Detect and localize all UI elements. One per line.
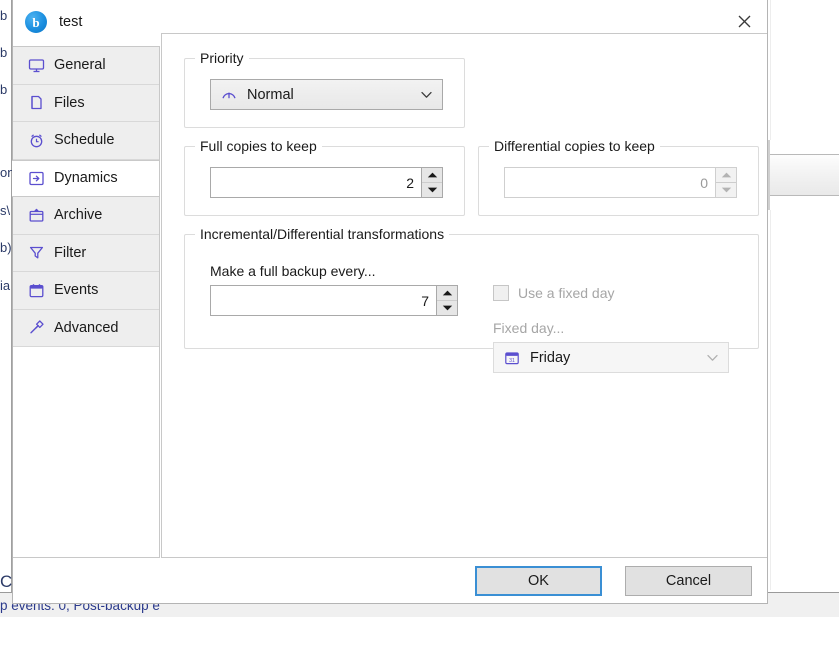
sidebar-item-schedule[interactable]: Schedule	[13, 122, 159, 160]
sidebar-item-events[interactable]: Events	[13, 272, 159, 310]
monitor-icon	[27, 56, 45, 74]
full-copies-group: Full copies to keep 2	[184, 138, 465, 216]
priority-group: Priority Normal	[184, 50, 465, 128]
ok-button[interactable]: OK	[475, 566, 602, 596]
full-copies-stepper[interactable]: 2	[210, 167, 443, 198]
background-right-band-edge	[768, 140, 770, 210]
full-backup-spin-buttons[interactable]	[436, 285, 458, 316]
dynamics-icon	[27, 169, 45, 187]
spinner-up-icon[interactable]	[422, 168, 442, 183]
sidebar-item-label: Dynamics	[54, 170, 118, 187]
background-text-fragment: b	[0, 8, 8, 23]
test-dialog: b test General Files Schedule Dynamics A…	[12, 0, 768, 604]
spinner-down-icon[interactable]	[716, 183, 736, 197]
background-text-fragment: ia	[0, 278, 11, 293]
chevron-down-icon	[416, 91, 436, 99]
backup-app-icon: b	[25, 11, 47, 33]
dialog-title: test	[59, 14, 83, 30]
ok-button-label: OK	[528, 573, 549, 589]
checkbox-box[interactable]	[493, 285, 509, 301]
settings-sidebar: General Files Schedule Dynamics Archive …	[12, 46, 160, 558]
background-text-fragment: b	[0, 45, 8, 60]
sidebar-item-label: Files	[54, 94, 85, 111]
cancel-button[interactable]: Cancel	[625, 566, 752, 596]
sidebar-item-label: Archive	[54, 207, 103, 224]
spinner-down-icon[interactable]	[437, 301, 457, 315]
full-copies-group-label: Full copies to keep	[195, 138, 322, 154]
full-backup-every-stepper[interactable]: 7	[210, 285, 458, 316]
differential-copies-value[interactable]: 0	[504, 167, 715, 198]
background-panel-line	[770, 0, 771, 140]
cancel-button-label: Cancel	[665, 573, 712, 589]
hammer-icon	[27, 319, 45, 337]
background-text-fragment: s\	[0, 203, 11, 218]
background-text-fragment: b	[0, 82, 8, 97]
fixed-day-select[interactable]: 31 Friday	[493, 342, 729, 373]
sidebar-item-label: Filter	[54, 244, 87, 261]
differential-copies-spin-buttons[interactable]	[715, 167, 737, 198]
fixed-day-value: Friday	[530, 349, 571, 366]
sidebar-item-label: Schedule	[54, 132, 115, 149]
use-fixed-day-label: Use a fixed day	[518, 285, 615, 301]
dynamics-settings-pane: Priority Normal Full copies to keep 2 Di…	[161, 33, 767, 558]
sidebar-item-label: General	[54, 57, 106, 74]
gauge-icon	[220, 86, 238, 104]
full-copies-spin-buttons[interactable]	[421, 167, 443, 198]
calendar-icon: 31	[503, 349, 521, 367]
screen: b b b on s\ b) ia C p events: 0, Post-ba…	[0, 0, 839, 646]
file-icon	[27, 94, 45, 112]
full-copies-value[interactable]: 2	[210, 167, 421, 198]
background-panel-line	[770, 210, 771, 590]
spinner-up-icon[interactable]	[437, 286, 457, 301]
background-right-band	[768, 154, 839, 196]
sidebar-item-label: Advanced	[54, 319, 119, 336]
alarm-icon	[27, 131, 45, 149]
transformations-group-label: Incremental/Differential transformations	[195, 226, 450, 242]
full-backup-every-value[interactable]: 7	[210, 285, 436, 316]
priority-select[interactable]: Normal	[210, 79, 443, 110]
chevron-down-icon	[702, 354, 722, 362]
sidebar-item-advanced[interactable]: Advanced	[13, 309, 159, 347]
use-fixed-day-checkbox[interactable]: Use a fixed day	[493, 285, 615, 301]
funnel-icon	[27, 244, 45, 262]
sidebar-item-general[interactable]: General	[13, 47, 159, 85]
differential-copies-stepper[interactable]: 0	[504, 167, 737, 198]
differential-copies-group-label: Differential copies to keep	[489, 138, 660, 154]
archive-icon	[27, 206, 45, 224]
sidebar-item-filter[interactable]: Filter	[13, 234, 159, 272]
fixed-day-label: Fixed day...	[493, 320, 565, 336]
differential-copies-group: Differential copies to keep 0	[478, 138, 759, 216]
sidebar-item-files[interactable]: Files	[13, 84, 159, 122]
svg-text:31: 31	[509, 357, 515, 363]
sidebar-item-dynamics[interactable]: Dynamics	[12, 159, 159, 197]
full-backup-every-label: Make a full backup every...	[210, 263, 376, 279]
transformations-group: Incremental/Differential transformations…	[184, 226, 759, 373]
sidebar-item-archive[interactable]: Archive	[13, 197, 159, 235]
priority-value: Normal	[247, 86, 294, 103]
background-text-fragment: C	[0, 572, 13, 591]
calendar-icon	[27, 281, 45, 299]
spinner-down-icon[interactable]	[422, 183, 442, 197]
priority-group-label: Priority	[195, 50, 249, 66]
background-text-fragment: b)	[0, 240, 12, 255]
spinner-up-icon[interactable]	[716, 168, 736, 183]
sidebar-item-label: Events	[54, 282, 99, 299]
